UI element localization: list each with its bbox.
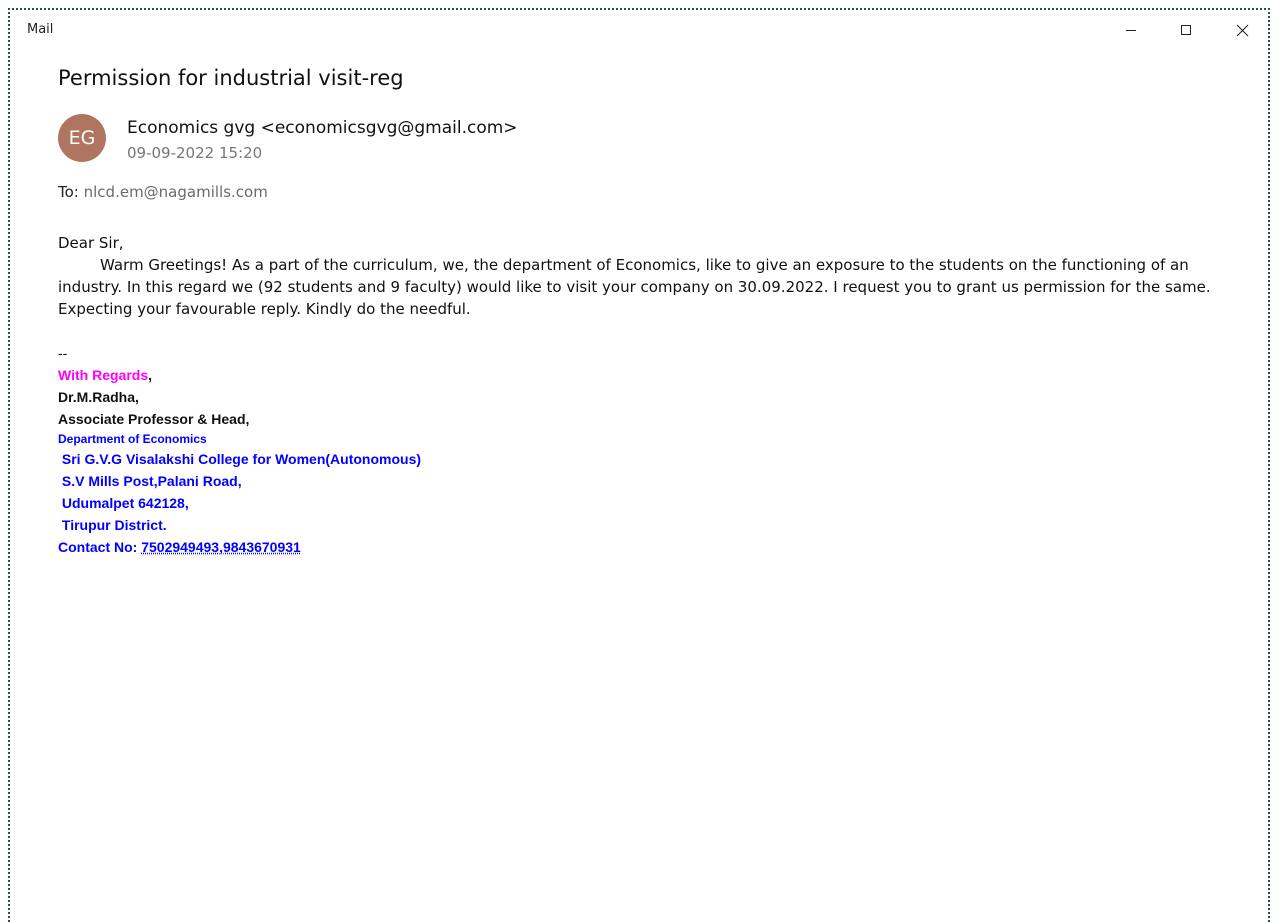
signature-department: Department of Economics [58, 432, 207, 446]
signature-regards-line: With Regards, [58, 364, 421, 386]
contact-phone-link[interactable]: 7502949493,9843670931 [141, 539, 301, 555]
greeting: Dear Sir, [58, 234, 124, 252]
recipient-address[interactable]: nlcd.em@nagamills.com [84, 183, 268, 201]
signature-regards: With Regards [58, 367, 149, 383]
signature-regards-comma: , [148, 367, 152, 383]
app-title: Mail [27, 22, 54, 37]
to-label: To: [58, 183, 84, 201]
close-button[interactable] [1219, 16, 1265, 44]
body-line: Warm Greetings! As a part of the curricu… [100, 256, 1189, 274]
sender-name[interactable]: Economics gvg <economicsgvg@gmail.com> [127, 118, 518, 138]
recipient-line: To: nlcd.em@nagamills.com [58, 183, 268, 201]
body-line: industry. In this regard we (92 students… [58, 278, 1211, 296]
minimize-button[interactable] [1108, 16, 1154, 44]
email-signature: -- With Regards, Dr.M.Radha, Associate P… [58, 342, 421, 558]
signature-address-2: Udumalpet 642128, [58, 495, 189, 511]
contact-label: Contact No: [58, 539, 142, 555]
body-line: Expecting your favourable reply. Kindly … [58, 300, 471, 318]
minimize-icon [1126, 30, 1136, 31]
sender-avatar: EG [58, 114, 106, 162]
email-date: 09-09-2022 15:20 [127, 144, 263, 162]
email-subject: Permission for industrial visit-reg [58, 66, 404, 90]
maximize-icon [1181, 25, 1191, 35]
signature-district: Tirupur District. [58, 517, 167, 533]
maximize-button[interactable] [1163, 16, 1209, 44]
signature-address-1: S.V Mills Post,Palani Road, [58, 473, 242, 489]
title-bar: Mail [10, 10, 1268, 48]
signature-separator: -- [58, 345, 68, 361]
avatar-initials: EG [68, 127, 96, 149]
signature-position: Associate Professor & Head, [58, 411, 250, 427]
signature-contact: Contact No: 7502949493,9843670931 [58, 536, 421, 558]
signature-college: Sri G.V.G Visalakshi College for Women(A… [58, 451, 422, 467]
close-icon [1236, 24, 1248, 36]
mail-window: Mail Permission for industrial visit-reg… [8, 8, 1270, 922]
email-body: Dear Sir, Warm Greetings! As a part of t… [58, 232, 1238, 320]
signature-name: Dr.M.Radha, [58, 389, 139, 405]
